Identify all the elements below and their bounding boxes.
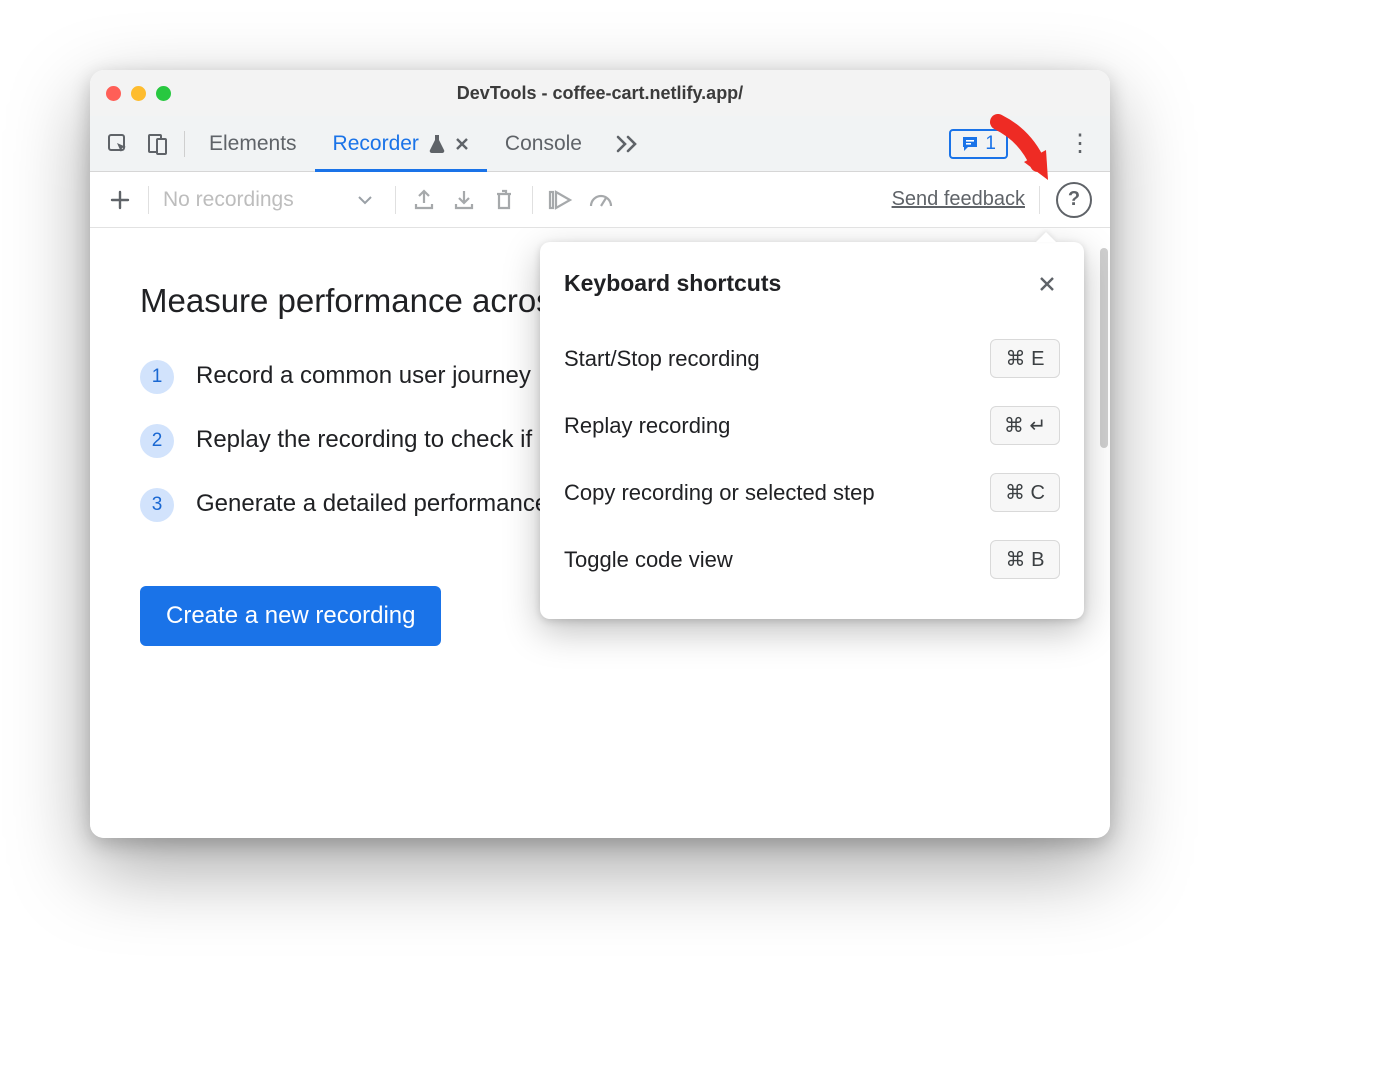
shortcut-row: Replay recording ⌘ ↵ xyxy=(564,392,1060,459)
send-feedback-link[interactable]: Send feedback xyxy=(892,188,1025,211)
help-icon[interactable]: ? xyxy=(1056,182,1092,218)
export-icon xyxy=(404,180,444,220)
devtools-window: DevTools - coffee-cart.netlify.app/ Elem… xyxy=(90,70,1110,838)
more-options-icon[interactable]: ⋮ xyxy=(1058,129,1102,158)
step-number-icon: 1 xyxy=(140,360,174,394)
tab-elements[interactable]: Elements xyxy=(191,116,315,171)
shortcut-key: ⌘ ↵ xyxy=(990,406,1060,445)
window-title: DevTools - coffee-cart.netlify.app/ xyxy=(90,83,1110,104)
popover-title: Keyboard shortcuts xyxy=(564,270,781,297)
shortcut-key: ⌘ B xyxy=(990,540,1060,579)
recorder-content: Measure performance across an entire use… xyxy=(90,228,1110,838)
inspect-element-icon[interactable] xyxy=(98,124,138,164)
shortcut-label: Start/Stop recording xyxy=(564,346,760,372)
message-icon xyxy=(961,135,979,153)
devtools-tabbar: Elements Recorder Console 1 xyxy=(90,116,1110,172)
shortcut-row: Toggle code view ⌘ B xyxy=(564,526,1060,593)
tab-label: Elements xyxy=(209,132,297,156)
new-recording-icon[interactable] xyxy=(100,180,140,220)
tab-label: Recorder xyxy=(333,132,419,156)
tab-console[interactable]: Console xyxy=(487,116,600,171)
close-icon[interactable] xyxy=(1034,271,1060,297)
shortcut-label: Replay recording xyxy=(564,413,730,439)
titlebar: DevTools - coffee-cart.netlify.app/ xyxy=(90,70,1110,116)
separator xyxy=(395,186,396,214)
flask-icon xyxy=(429,135,445,153)
separator xyxy=(532,186,533,214)
scrollbar[interactable] xyxy=(1100,248,1108,448)
dropdown-placeholder: No recordings xyxy=(163,188,294,212)
issues-count: 1 xyxy=(985,133,996,155)
create-recording-button[interactable]: Create a new recording xyxy=(140,586,441,646)
step-number-icon: 3 xyxy=(140,488,174,522)
separator xyxy=(148,186,149,214)
shortcut-key: ⌘ C xyxy=(990,473,1060,512)
performance-icon xyxy=(581,180,621,220)
delete-icon xyxy=(484,180,524,220)
replay-icon xyxy=(541,180,581,220)
tab-recorder[interactable]: Recorder xyxy=(315,116,487,171)
shortcut-key: ⌘ E xyxy=(990,339,1060,378)
step-number-icon: 2 xyxy=(140,424,174,458)
separator xyxy=(1039,186,1040,214)
shortcut-label: Copy recording or selected step xyxy=(564,480,875,506)
recorder-toolbar: No recordings Send feedback ? xyxy=(90,172,1110,228)
device-toolbar-icon[interactable] xyxy=(138,124,178,164)
shortcut-label: Toggle code view xyxy=(564,547,733,573)
shortcuts-popover: Keyboard shortcuts Start/Stop recording … xyxy=(540,242,1084,619)
step-text: Record a common user journey xyxy=(196,358,531,394)
import-icon xyxy=(444,180,484,220)
more-tabs-icon[interactable] xyxy=(606,135,648,153)
shortcut-row: Start/Stop recording ⌘ E xyxy=(564,325,1060,392)
issues-badge[interactable]: 1 xyxy=(949,129,1008,159)
recordings-dropdown[interactable]: No recordings xyxy=(157,188,387,212)
chevron-down-icon xyxy=(357,195,373,205)
tab-label: Console xyxy=(505,132,582,156)
separator xyxy=(184,131,185,157)
shortcut-row: Copy recording or selected step ⌘ C xyxy=(564,459,1060,526)
close-tab-icon[interactable] xyxy=(455,137,469,151)
